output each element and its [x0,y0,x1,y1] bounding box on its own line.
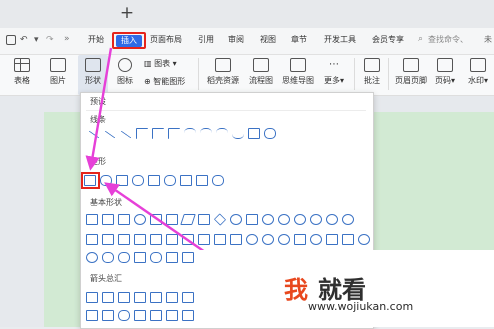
arrow-to-rectangle-2 [104,182,206,253]
arrow-to-rectangle [85,47,113,171]
watermark-url: www.wojiukan.com [308,300,414,313]
watermark-logo: 我 [284,276,308,304]
